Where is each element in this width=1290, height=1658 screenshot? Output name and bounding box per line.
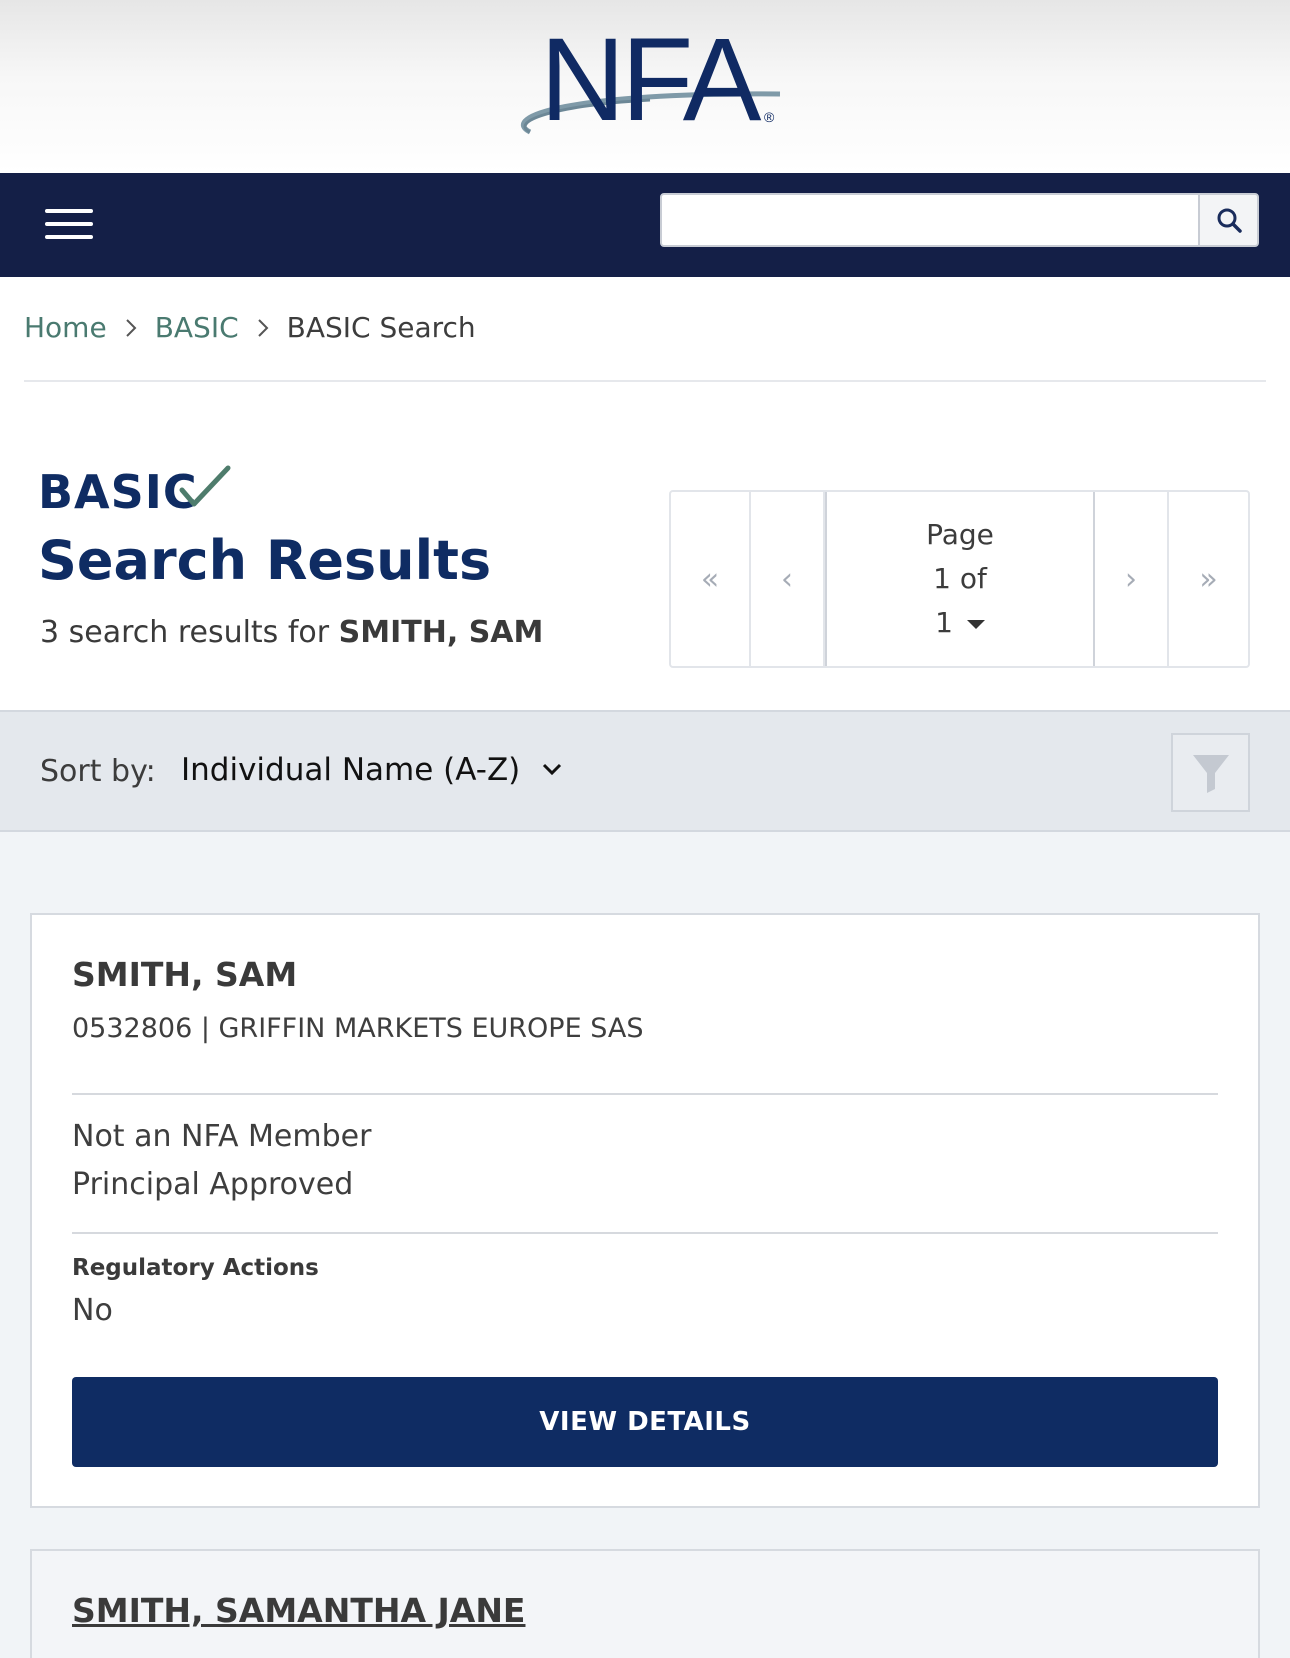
chevron-down-icon	[543, 763, 562, 776]
result-card: SMITH, SAM 0532806 | GRIFFIN MARKETS EUR…	[30, 913, 1260, 1508]
page-of: 1 of	[933, 562, 987, 595]
site-header: NFA ®	[0, 0, 1290, 173]
breadcrumb-current: BASIC Search	[286, 311, 476, 344]
sort-select[interactable]: Individual Name (A-Z)	[181, 752, 562, 788]
search-button[interactable]	[1198, 193, 1259, 247]
basic-logo: BASIC	[38, 465, 232, 519]
divider	[24, 380, 1266, 382]
total-pages: 1	[935, 606, 953, 639]
first-page-button[interactable]: «	[671, 492, 751, 666]
filter-icon	[1192, 754, 1229, 793]
page-selector[interactable]: Page 1 of 1	[825, 492, 1095, 666]
nfa-logo[interactable]: NFA ®	[510, 22, 800, 152]
page-title: Search Results	[38, 529, 492, 592]
search-query: SMITH, SAM	[338, 615, 544, 650]
breadcrumb: Home BASIC BASIC Search	[24, 311, 476, 344]
registration-status: Principal Approved	[72, 1167, 354, 1202]
chevron-right-icon	[125, 318, 137, 338]
search-input[interactable]	[660, 193, 1200, 247]
svg-text:NFA: NFA	[540, 22, 762, 146]
divider	[72, 1232, 1218, 1234]
nav-bar	[0, 173, 1290, 277]
regulatory-actions-value: No	[72, 1293, 113, 1328]
search-icon	[1217, 208, 1242, 233]
result-nfa-id-firm: 0532806 | GRIFFIN MARKETS EUROPE SAS	[72, 1013, 644, 1044]
sort-bar: Sort by: Individual Name (A-Z)	[0, 710, 1290, 832]
breadcrumb-basic-link[interactable]: BASIC	[155, 311, 239, 344]
page-label: Page	[926, 518, 994, 551]
menu-icon[interactable]	[45, 209, 93, 243]
last-page-button[interactable]: »	[1169, 492, 1248, 666]
prev-page-button[interactable]: ‹	[751, 492, 825, 666]
result-count: 3 search results for SMITH, SAM	[40, 615, 544, 650]
result-name-link[interactable]: SMITH, SAMANTHA JANE	[72, 1591, 525, 1630]
view-details-button[interactable]: VIEW DETAILS	[72, 1377, 1218, 1467]
result-name: SMITH, SAM	[72, 955, 298, 994]
sort-label: Sort by:	[40, 754, 156, 789]
membership-status: Not an NFA Member	[72, 1119, 372, 1154]
breadcrumb-home-link[interactable]: Home	[24, 311, 107, 344]
svg-text:®: ®	[764, 109, 775, 125]
next-page-button[interactable]: ›	[1095, 492, 1169, 666]
regulatory-actions-label: Regulatory Actions	[72, 1255, 319, 1281]
checkmark-icon	[179, 465, 231, 507]
results-header-section: Home BASIC BASIC Search BASIC Search Res…	[0, 277, 1290, 710]
filter-button[interactable]	[1171, 733, 1250, 812]
caret-down-icon	[966, 619, 985, 629]
divider	[72, 1093, 1218, 1095]
result-card: SMITH, SAMANTHA JANE	[30, 1549, 1260, 1658]
pagination: « ‹ Page 1 of 1 › »	[669, 490, 1250, 668]
chevron-right-icon	[257, 318, 269, 338]
